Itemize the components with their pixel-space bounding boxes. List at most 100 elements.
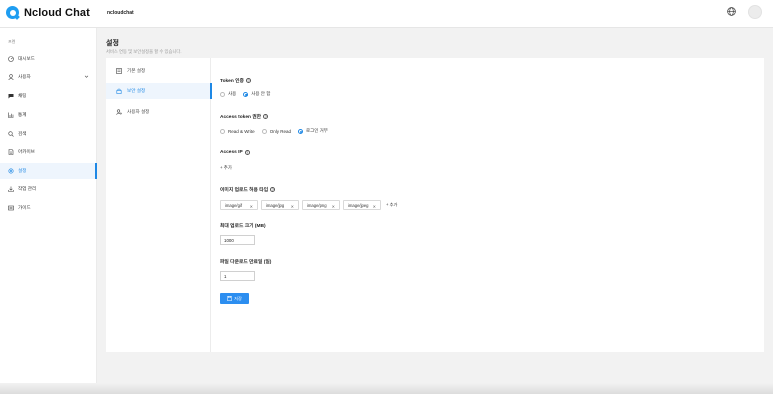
chip-label: image/jpeg: [348, 202, 369, 208]
sidebar-item-label: 대시보드: [18, 56, 35, 61]
settings-nav-security[interactable]: 보안 설정: [106, 83, 212, 99]
access-ip-label-text: Access IP: [220, 150, 243, 155]
file-download-expiry-label: 파일 다운로드 만료일 (일): [220, 260, 272, 265]
help-icon[interactable]: ?: [263, 114, 269, 119]
permission-option-read-write[interactable]: Read & Write: [220, 128, 255, 134]
main-content: 설정 서비스 연동 및 보안설정을 할 수 있습니다. 기본 설정 보안 설정 …: [97, 28, 773, 394]
project-name[interactable]: ncloudchat: [107, 10, 134, 16]
option-label: 사용: [228, 91, 237, 96]
radio-button[interactable]: [220, 91, 225, 97]
sidebar-item-label: 설정: [18, 168, 27, 173]
page-description: 서비스 연동 및 보안설정을 할 수 있습니다.: [106, 49, 182, 54]
radio-button-selected[interactable]: [243, 91, 249, 97]
token-auth-option-not-use[interactable]: 사용 안 함: [243, 91, 270, 97]
save-button-label: 저장: [234, 295, 242, 301]
sidebar-item-settings[interactable]: 설정: [0, 163, 97, 179]
user-settings-icon: [116, 109, 122, 115]
security-settings-form: Token 인증 ? 사용 사용 안 함 Access token 권한 ? R…: [220, 58, 760, 352]
settings-nav-label: 보안 설정: [127, 88, 146, 93]
token-auth-options: 사용 사용 안 함: [220, 91, 277, 97]
sidebar-item-label: 아카이브: [18, 149, 35, 154]
sidebar-item-label: 통계: [18, 112, 27, 117]
sidebar-item-label: 작업 관리: [18, 186, 37, 191]
sidebar-item-jobs[interactable]: 작업 관리: [0, 181, 97, 197]
image-upload-types-label-text: 이미지 업로드 허용 타입: [220, 188, 269, 193]
chip-label: image/jpg: [266, 202, 285, 208]
sidebar-item-guide[interactable]: 가이드: [0, 200, 97, 216]
image-type-chips: image/gif ✕ image/jpg ✕ image/png ✕ image/j…: [220, 200, 397, 210]
access-token-permission-label: Access token 권한 ?: [220, 113, 269, 120]
sidebar-item-label: 검색: [18, 131, 27, 136]
dashboard-icon: [8, 56, 14, 62]
close-icon[interactable]: ✕: [291, 204, 294, 209]
image-type-add-button[interactable]: + 추가: [386, 202, 397, 208]
chip-label: image/gif: [225, 202, 242, 208]
permission-option-only-read[interactable]: Only Read: [261, 128, 291, 134]
file-download-expiry-input[interactable]: 1: [220, 271, 255, 281]
help-icon[interactable]: ?: [245, 78, 251, 83]
user-icon: [8, 74, 14, 80]
token-auth-label-text: Token 인증: [220, 79, 244, 84]
settings-nav-label: 기본 설정: [127, 68, 146, 73]
access-ip-add-button[interactable]: + 추가: [220, 165, 232, 171]
radio-button[interactable]: [261, 128, 267, 134]
guide-icon: [8, 205, 14, 211]
option-label: Only Read: [269, 128, 291, 134]
close-icon[interactable]: ✕: [250, 204, 253, 209]
save-icon: [227, 296, 232, 301]
max-upload-size-input[interactable]: 1000: [220, 235, 255, 245]
settings-nav-label: 사용자 설정: [127, 109, 150, 114]
token-auth-option-use[interactable]: 사용: [220, 91, 236, 97]
settings-nav-user[interactable]: 사용자 설정: [106, 104, 211, 120]
save-button[interactable]: 저장: [220, 293, 249, 304]
sidebar-item-label: 사용자: [18, 74, 31, 79]
top-bar: Ncloud Chat ncloudchat: [0, 0, 773, 28]
page-title: 설정: [106, 40, 119, 47]
settings-icon: [8, 168, 14, 174]
archive-icon: [8, 149, 14, 155]
stats-icon: [8, 112, 14, 118]
sidebar-item-users[interactable]: 사용자: [0, 69, 97, 85]
logo[interactable]: Ncloud Chat: [6, 6, 90, 20]
radio-button-selected[interactable]: [297, 128, 303, 134]
token-auth-label: Token 인증 ?: [220, 77, 251, 84]
sidebar-item-stats[interactable]: 통계: [0, 107, 97, 123]
help-icon[interactable]: ?: [270, 187, 276, 192]
option-label: Read & Write: [228, 128, 255, 134]
avatar[interactable]: [748, 5, 762, 19]
settings-nav-basic[interactable]: 기본 설정: [106, 63, 211, 79]
image-type-chip: image/png ✕: [302, 200, 340, 210]
bottom-edge: [0, 383, 773, 394]
radio-button[interactable]: [220, 128, 225, 134]
help-icon[interactable]: ?: [244, 150, 250, 155]
logo-icon: [6, 6, 20, 20]
settings-card: 기본 설정 보안 설정 사용자 설정 Token 인증 ? 사용 사용 안 함 …: [106, 58, 764, 352]
chat-icon: [8, 94, 14, 99]
close-icon[interactable]: ✕: [332, 204, 335, 209]
image-type-chip: image/jpg ✕: [261, 200, 299, 210]
sidebar-item-dashboard[interactable]: 대시보드: [0, 51, 97, 67]
sidebar-section-label: 프렌: [8, 39, 16, 44]
sidebar-item-archive[interactable]: 아카이브: [0, 144, 97, 160]
max-upload-size-label: 최대 업로드 크기 (MB): [220, 224, 266, 229]
logo-text: Ncloud Chat: [24, 6, 90, 19]
chevron-down-icon: [84, 75, 89, 78]
access-token-permission-options: Read & Write Only Read 로그인 거부: [220, 128, 335, 134]
permission-option-deny-login[interactable]: 로그인 거부: [297, 128, 328, 134]
access-token-permission-label-text: Access token 권한: [220, 115, 262, 120]
sidebar-item-chat[interactable]: 채팅: [0, 88, 97, 104]
close-icon[interactable]: ✕: [373, 204, 376, 209]
image-type-chip: image/gif ✕: [220, 200, 258, 210]
sidebar-item-label: 채팅: [18, 93, 27, 98]
download-icon: [8, 186, 14, 192]
sidebar-item-search[interactable]: 검색: [0, 126, 97, 142]
chip-label: image/png: [307, 202, 327, 208]
sidebar-item-label: 가이드: [18, 205, 31, 210]
search-icon: [8, 131, 14, 137]
image-upload-types-label: 이미지 업로드 허용 타입 ?: [220, 186, 276, 193]
settings-nav: 기본 설정 보안 설정 사용자 설정: [106, 58, 212, 352]
basic-settings-icon: [116, 68, 122, 74]
option-label: 로그인 거부: [305, 128, 328, 133]
access-ip-label: Access IP ?: [220, 150, 250, 155]
globe-icon[interactable]: [727, 7, 736, 16]
